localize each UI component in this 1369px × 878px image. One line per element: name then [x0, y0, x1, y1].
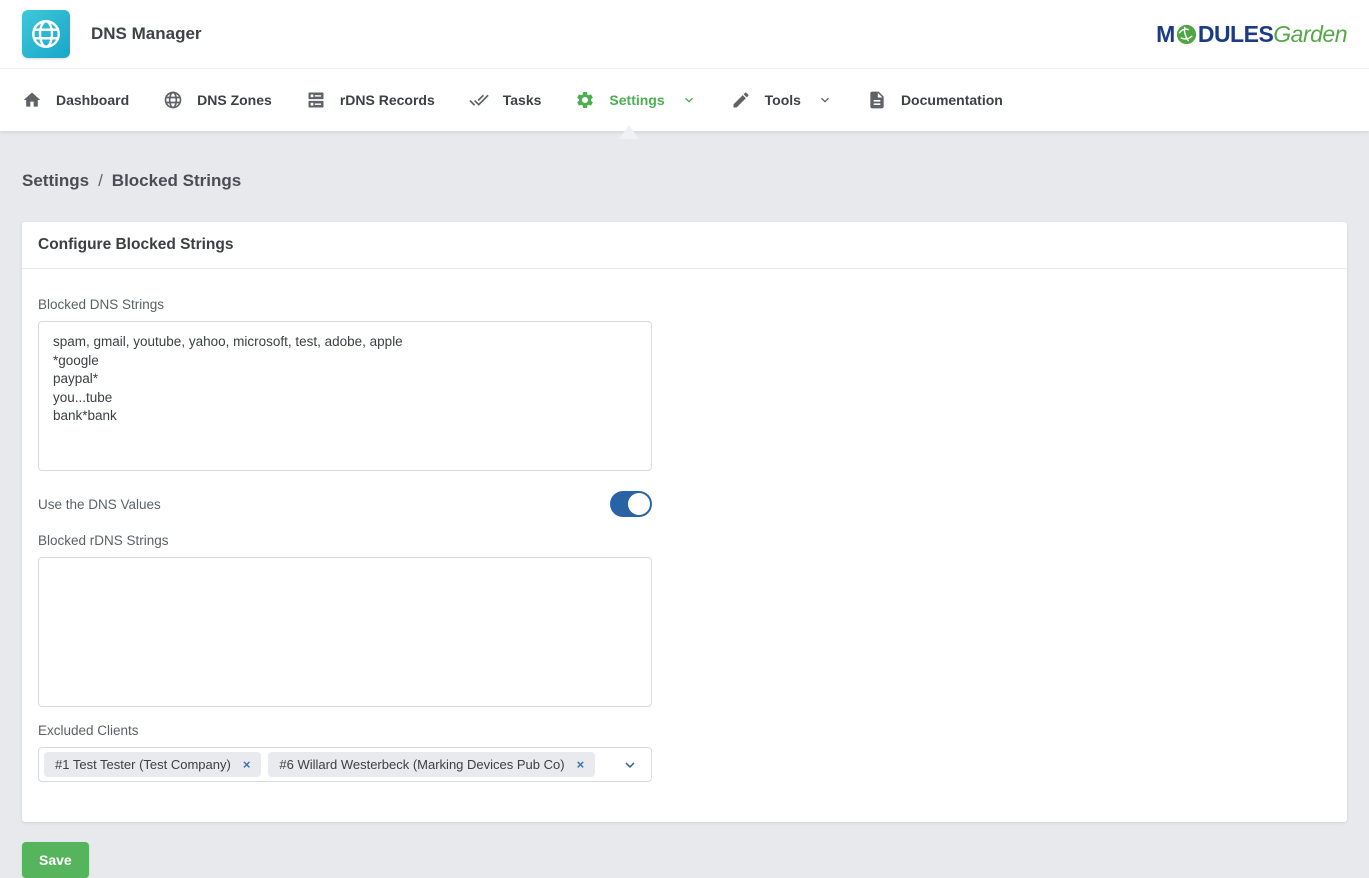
- dns-icon: [306, 90, 326, 110]
- configure-blocked-strings-card: Configure Blocked Strings Blocked DNS St…: [22, 222, 1347, 822]
- card-body: Blocked DNS Strings spam, gmail, youtube…: [22, 269, 1347, 822]
- nav-label: Tools: [765, 92, 801, 108]
- app-logo: [22, 10, 70, 58]
- remove-tag-icon[interactable]: ×: [243, 758, 251, 771]
- nav-label: Documentation: [901, 92, 1003, 108]
- main-nav: Dashboard DNS Zones: [0, 68, 1369, 131]
- page-title: DNS Manager: [91, 24, 202, 44]
- nav-label: Settings: [609, 92, 664, 108]
- toggle-knob: [628, 493, 650, 515]
- tag-label: #6 Willard Westerbeck (Marking Devices P…: [279, 757, 564, 772]
- use-dns-values-label: Use the DNS Values: [38, 497, 161, 512]
- brand-text-garden: Garden: [1273, 23, 1347, 46]
- chevron-down-icon: [817, 92, 833, 108]
- blocked-rdns-strings-textarea[interactable]: [38, 557, 652, 707]
- document-icon: [867, 90, 887, 110]
- nav-label: Tasks: [503, 92, 542, 108]
- use-dns-values-toggle[interactable]: [610, 491, 652, 517]
- excluded-client-tag: #6 Willard Westerbeck (Marking Devices P…: [268, 752, 595, 777]
- nav-label: rDNS Records: [340, 92, 435, 108]
- excluded-clients-label: Excluded Clients: [38, 723, 1331, 738]
- double-check-icon: [469, 90, 489, 110]
- chevron-down-icon: [681, 92, 697, 108]
- chevron-down-icon[interactable]: [621, 756, 639, 774]
- breadcrumb: Settings / Blocked Strings: [22, 171, 1347, 191]
- home-icon: [22, 90, 42, 110]
- nav-item-dns-zones[interactable]: DNS Zones: [146, 69, 289, 131]
- blocked-rdns-strings-label: Blocked rDNS Strings: [38, 533, 1331, 548]
- globe-icon: [29, 17, 63, 51]
- globe-icon: [163, 90, 183, 110]
- nav-item-rdns-records[interactable]: rDNS Records: [289, 69, 452, 131]
- pencil-icon: [731, 90, 751, 110]
- blocked-dns-strings-label: Blocked DNS Strings: [38, 297, 1331, 312]
- nav-item-dashboard[interactable]: Dashboard: [5, 69, 146, 131]
- remove-tag-icon[interactable]: ×: [577, 758, 585, 771]
- modulesgarden-logo: M DULES Garden: [1156, 23, 1347, 46]
- brand-text-dules: DULES: [1198, 23, 1273, 46]
- active-nav-caret: [619, 125, 639, 139]
- nav-label: DNS Zones: [197, 92, 272, 108]
- gear-icon: [575, 90, 595, 110]
- nav-label: Dashboard: [56, 92, 129, 108]
- nav-item-tasks[interactable]: Tasks: [452, 69, 559, 131]
- header-left: DNS Manager: [22, 10, 202, 58]
- nav-item-tools[interactable]: Tools: [714, 69, 850, 131]
- blocked-dns-strings-textarea[interactable]: spam, gmail, youtube, yahoo, microsoft, …: [38, 321, 652, 471]
- breadcrumb-settings[interactable]: Settings: [22, 171, 89, 190]
- excluded-clients-select[interactable]: #1 Test Tester (Test Company) × #6 Willa…: [38, 747, 652, 782]
- excluded-client-tag: #1 Test Tester (Test Company) ×: [44, 752, 261, 777]
- brand-text-m: M: [1156, 23, 1175, 46]
- brand-globe-icon: [1176, 24, 1197, 45]
- card-title: Configure Blocked Strings: [22, 222, 1347, 269]
- use-dns-values-row: Use the DNS Values: [38, 491, 652, 517]
- nav-item-settings[interactable]: Settings: [558, 69, 713, 131]
- nav-item-documentation[interactable]: Documentation: [850, 69, 1020, 131]
- breadcrumb-separator: /: [98, 171, 103, 190]
- app-header: DNS Manager M DULES Garden: [0, 0, 1369, 68]
- tag-label: #1 Test Tester (Test Company): [55, 757, 231, 772]
- dns-manager-page: DNS Manager M DULES Garden Dashboard: [0, 0, 1369, 878]
- breadcrumb-blocked-strings: Blocked Strings: [112, 171, 241, 190]
- save-button[interactable]: Save: [22, 842, 89, 878]
